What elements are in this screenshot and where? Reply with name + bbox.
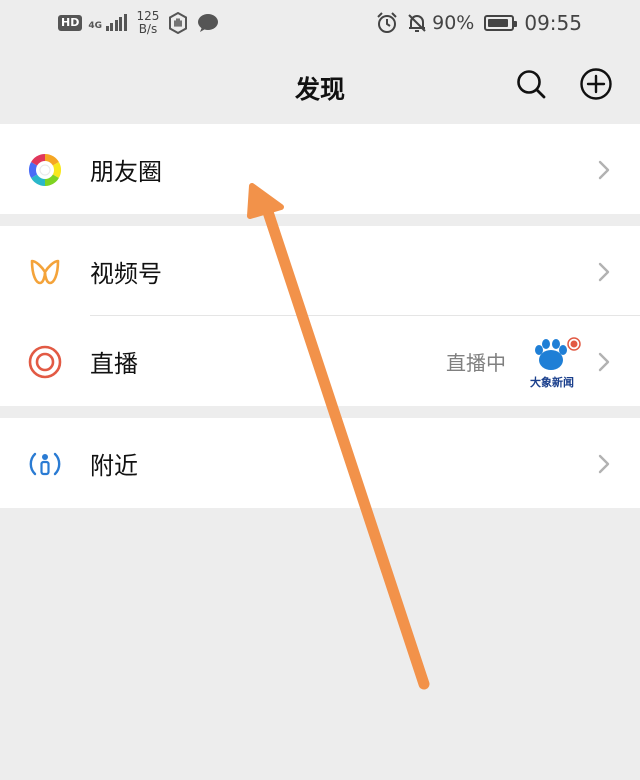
- section-moments: 朋友圈: [0, 124, 640, 214]
- nearby-item[interactable]: 附近: [0, 418, 640, 508]
- add-button[interactable]: [578, 66, 614, 102]
- live-icon: [28, 345, 62, 379]
- chevron-right-icon: [598, 262, 610, 282]
- alarm-icon: [376, 12, 398, 34]
- chevron-right-icon: [598, 160, 610, 180]
- chat-bubble-icon: [197, 13, 219, 33]
- live-host-avatar: 大象新闻: [530, 337, 581, 389]
- channels-item[interactable]: 视频号: [0, 226, 640, 316]
- channels-label: 视频号: [90, 259, 162, 288]
- moments-icon: [28, 153, 62, 187]
- hand-icon: [167, 12, 189, 34]
- battery-percent: 90%: [432, 12, 475, 34]
- status-bar: HD 4G 125 B/s 90% 09:55: [0, 0, 640, 46]
- channels-icon: [30, 259, 60, 285]
- signal-indicator: 4G: [88, 14, 127, 31]
- chevron-right-icon: [598, 454, 610, 474]
- chevron-right-icon: [598, 352, 610, 372]
- live-label: 直播: [90, 349, 138, 378]
- status-right: 90% 09:55: [368, 11, 582, 35]
- nearby-label: 附近: [90, 451, 138, 480]
- avatar-text: 大象新闻: [530, 375, 574, 389]
- section-nearby: 附近: [0, 418, 640, 508]
- section-channels-live: 视频号 直播 直播中 大象新闻: [0, 226, 640, 406]
- clock: 09:55: [524, 11, 582, 35]
- status-left: HD 4G 125 B/s: [58, 10, 219, 36]
- search-button[interactable]: [513, 66, 549, 102]
- search-icon: [517, 70, 546, 99]
- live-status: 直播中: [446, 350, 506, 375]
- moments-item[interactable]: 朋友圈: [0, 124, 640, 214]
- plus-circle-icon: [580, 68, 612, 100]
- hd-badge: HD: [58, 15, 83, 31]
- speed-unit: B/s: [138, 22, 158, 36]
- mute-bell-icon: [406, 12, 428, 34]
- nearby-icon: [29, 452, 61, 476]
- live-item[interactable]: 直播 直播中 大象新闻: [0, 316, 640, 406]
- signal-bars-icon: [104, 14, 127, 31]
- moments-label: 朋友圈: [90, 157, 162, 186]
- network-type: 4G: [88, 21, 102, 31]
- network-speed: 125 B/s: [137, 10, 160, 36]
- header: 发现: [0, 46, 640, 124]
- battery-icon: [484, 15, 518, 31]
